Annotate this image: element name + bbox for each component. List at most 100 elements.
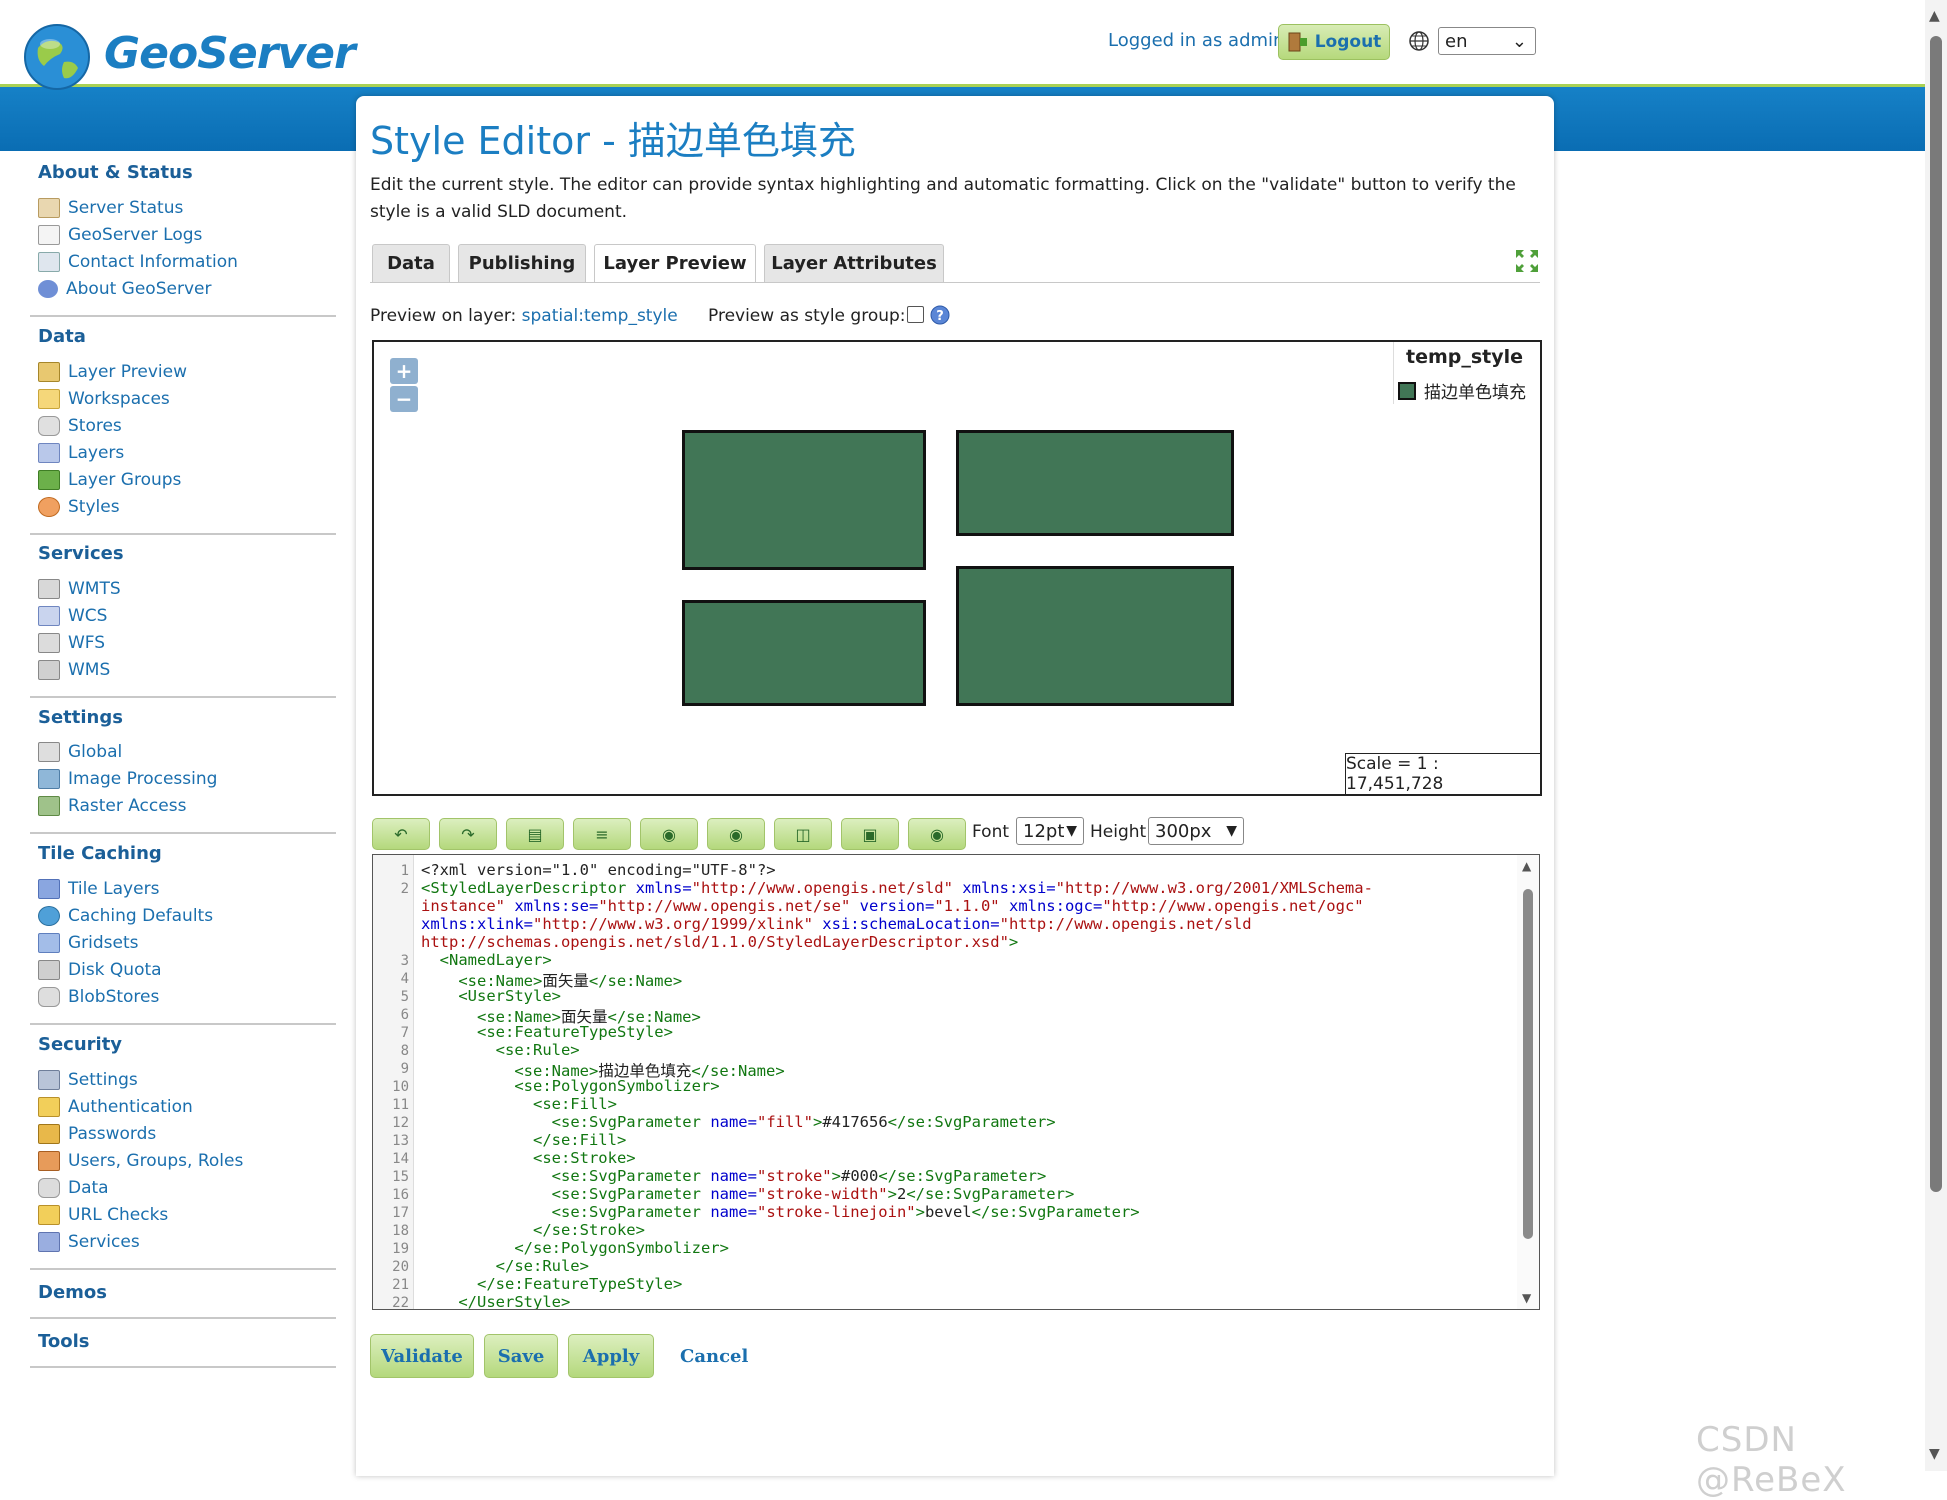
code-line: <?xml version="1.0" encoding="UTF-8"?> [421,861,776,879]
sidebar-item-stores[interactable]: Stores [38,414,122,438]
format-button[interactable]: ≡ [573,818,631,850]
preview-group-checkbox[interactable] [907,306,924,323]
sidebar-item-raster-access[interactable]: Raster Access [38,794,186,818]
sidebar-item-geoserver-logs[interactable]: GeoServer Logs [38,223,202,247]
sidebar-item-security-services[interactable]: Services [38,1230,140,1254]
translate-button[interactable]: ◫ [774,818,832,850]
help-icon[interactable]: ? [930,305,950,325]
binoculars-icon: ◉ [662,824,676,844]
sidebar-item-styles[interactable]: Styles [38,495,120,519]
sidebar-section-about-status: About & Status [38,162,193,183]
language-value: en [1445,30,1468,52]
tab-publishing[interactable]: Publishing [458,244,586,282]
redo-button[interactable]: ↷ [439,818,497,850]
geoserver-globe-icon[interactable] [20,20,94,94]
image-icon: ▤ [527,824,543,844]
undo-button[interactable]: ↶ [372,818,430,850]
expand-icon[interactable] [1514,248,1540,274]
font-size-select[interactable]: 12pt ▼ [1016,817,1084,845]
editor-scrollbar[interactable]: ▲ ▼ [1517,855,1539,1309]
legend-item-label: 描边单色填充 [1424,383,1526,403]
scroll-up-icon[interactable]: ▲ [1522,859,1531,873]
contact-card-icon [38,252,60,272]
sidebar-item-url-checks[interactable]: URL Checks [38,1203,168,1227]
sidebar-item-server-status[interactable]: Server Status [38,196,183,220]
map-preview[interactable]: + − temp_style 描边单色填充 Scale = 1 : 17,451… [372,340,1542,796]
sidebar-item-authentication[interactable]: Authentication [38,1095,193,1119]
editor-scroll-thumb[interactable] [1523,889,1533,1239]
sidebar-item-wfs[interactable]: WFS [38,631,105,655]
tab-layer-attributes[interactable]: Layer Attributes [764,244,944,282]
palette-icon [38,497,60,517]
apply-button[interactable]: Apply [568,1334,654,1378]
sidebar-item-wmts[interactable]: WMTS [38,577,121,601]
scroll-down-icon[interactable]: ▼ [1522,1291,1531,1305]
users-icon [38,1151,60,1171]
editor-height-select[interactable]: 300px ▼ [1148,817,1244,845]
save-button[interactable]: Save [484,1334,558,1378]
sidebar-item-layers[interactable]: Layers [38,441,124,465]
line-number: 9 [400,1061,409,1077]
divider [30,832,336,834]
sidebar-section-tools[interactable]: Tools [38,1331,90,1352]
logo-text[interactable]: GeoServer [104,28,356,79]
sidebar-item-layer-groups[interactable]: Layer Groups [38,468,181,492]
sidebar-item-security-settings[interactable]: Settings [38,1068,138,1092]
code-line: xmlns:xlink="http://www.w3.org/1999/xlin… [421,915,1252,933]
code-line: <se:FeatureTypeStyle> [477,1023,673,1041]
divider [30,1268,336,1270]
divider [30,1023,336,1025]
sidebar-item-layer-preview[interactable]: Layer Preview [38,360,187,384]
color-picker-button[interactable]: ◉ [908,818,966,850]
map-feature [956,566,1234,706]
sidebar-item-users-groups-roles[interactable]: Users, Groups, Roles [38,1149,243,1173]
sidebar-item-global[interactable]: Global [38,740,122,764]
tile-layers-icon [38,879,60,899]
layers-icon [38,443,60,463]
line-number: 18 [392,1223,409,1239]
preview-layer-link[interactable]: spatial:temp_style [522,306,678,326]
line-number: 22 [392,1295,409,1310]
sidebar-item-workspaces[interactable]: Workspaces [38,387,170,411]
sidebar-item-blobstores[interactable]: BlobStores [38,985,159,1009]
divider [30,1366,336,1368]
code-line: </se:Fill> [532,1131,627,1149]
sidebar-item-disk-quota[interactable]: Disk Quota [38,958,162,982]
divider [30,315,336,317]
tab-data[interactable]: Data [372,244,450,282]
zoom-out-button[interactable]: − [390,386,418,412]
tab-layer-preview[interactable]: Layer Preview [594,244,756,282]
sidebar-item-wms[interactable]: WMS [38,658,110,682]
folder-icon [38,389,60,409]
code-line: <se:PolygonSymbolizer> [514,1077,720,1095]
sidebar-item-image-processing[interactable]: Image Processing [38,767,217,791]
chooser-button[interactable]: ▣ [841,818,899,850]
chevron-down-icon: ⌄ [1511,30,1527,52]
language-select[interactable]: en ⌄ [1438,27,1536,55]
validate-button[interactable]: Validate [370,1334,474,1378]
svg-text:?: ? [936,309,944,324]
page-scroll-up-icon[interactable]: ▲ [1929,8,1940,24]
sidebar-item-passwords[interactable]: Passwords [38,1122,156,1146]
map-legend: temp_style 描边单色填充 [1393,342,1538,404]
cancel-link[interactable]: Cancel [680,1346,748,1367]
sidebar-item-wcs[interactable]: WCS [38,604,107,628]
sidebar-item-about-geoserver[interactable]: About GeoServer [38,277,211,301]
zoom-in-button[interactable]: + [390,358,418,384]
insert-image-button[interactable]: ▤ [506,818,564,850]
code-line: <UserStyle> [458,987,561,1005]
page-scroll-thumb[interactable] [1930,36,1942,1192]
sidebar-item-caching-defaults[interactable]: Caching Defaults [38,904,213,928]
disk-icon [38,960,60,980]
logout-button[interactable]: Logout [1278,24,1390,60]
replace-button[interactable]: ◉ [707,818,765,850]
globe-language-icon [1409,31,1429,51]
sidebar-item-security-data[interactable]: Data [38,1176,109,1200]
sidebar-item-gridsets[interactable]: Gridsets [38,931,139,955]
sidebar-item-contact-information[interactable]: Contact Information [38,250,238,274]
sidebar-item-tile-layers[interactable]: Tile Layers [38,877,159,901]
sidebar-section-data: Data [38,326,86,347]
code-editor[interactable]: 1 2 3 4 5 6 7 8 9 10 11 12 13 14 15 16 1… [372,854,1540,1310]
find-button[interactable]: ◉ [640,818,698,850]
sidebar-section-demos[interactable]: Demos [38,1282,107,1303]
